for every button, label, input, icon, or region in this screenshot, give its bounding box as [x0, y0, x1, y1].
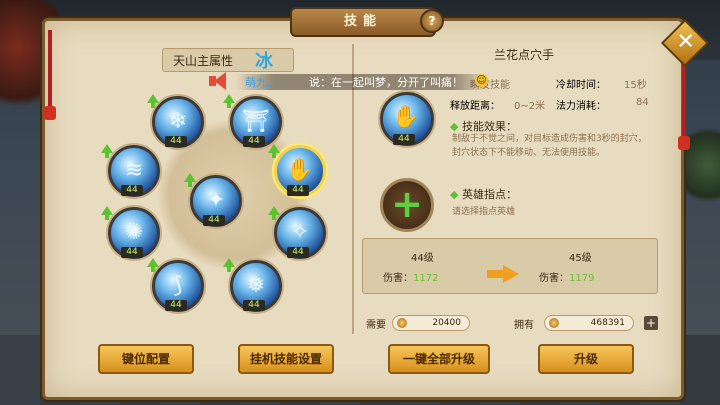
selected-skill-level: 44: [393, 134, 415, 145]
range-row: 释放距离： 0~2米: [450, 97, 545, 112]
upgrade-arrow-icon: [147, 94, 159, 108]
effect-description: 制敌于不觉之间，对目标造成伤害和3秒的封穴，封穴状态下不能移动、无法使用技能。: [452, 134, 647, 158]
upgrade-arrow-icon: [223, 258, 235, 272]
cost-need-label: 需要: [366, 320, 386, 331]
background-bush: [680, 120, 720, 210]
upgrade-arrow-icon: [223, 94, 235, 108]
main-attribute-label: 天山主属性: [173, 54, 234, 68]
skill-level-badge: 44: [203, 215, 225, 226]
plus-icon: +: [391, 182, 423, 226]
window-title: 技能: [290, 7, 436, 37]
upgrade-arrow-icon: [101, 144, 113, 158]
add-coin-button[interactable]: +: [644, 316, 658, 330]
chat-broadcast[interactable]: 萌九。 说：在一起叫梦，分开了叫痛！ ☺: [205, 70, 490, 92]
skill-level-badge: 44: [243, 300, 265, 311]
current-damage: 伤害：1172: [383, 273, 439, 284]
next-damage: 伤害：1179: [539, 273, 595, 284]
main-attribute-box: 天山主属性 冰: [162, 48, 294, 72]
cooldown-value-row: 15秒: [624, 76, 647, 91]
right-tassel-ornament: [678, 60, 690, 150]
cost-need-field: 20400: [392, 315, 470, 331]
chat-sender-name[interactable]: 萌九。: [245, 74, 278, 90]
upgrade-arrow-icon: [268, 144, 280, 158]
cooldown-label: 冷却时间：: [556, 80, 606, 91]
help-button[interactable]: ?: [420, 9, 444, 33]
mana-row: 法力消耗：: [556, 97, 606, 112]
upgrade-arrow-icon: [268, 206, 280, 220]
skill-level-badge: 44: [287, 185, 309, 196]
next-level: 45级: [569, 253, 592, 264]
smile-emoji-icon: ☺: [475, 74, 488, 87]
upgrade-arrow-icon: [184, 173, 196, 187]
chat-message: 说：在一起叫梦，分开了叫痛！: [309, 76, 463, 89]
coin-icon: [549, 318, 559, 328]
mana-value-row: 84: [636, 97, 649, 108]
hero-guide-slot[interactable]: +: [380, 178, 434, 232]
level-up-arrow-icon: [487, 265, 519, 283]
speaker-icon: [205, 70, 231, 92]
upgrade-arrow-icon: [101, 206, 113, 220]
hero-guide-title: ◆ 英雄指点：: [450, 188, 517, 201]
close-icon: ✕: [676, 29, 695, 55]
cooldown-value: 15秒: [624, 80, 647, 91]
cost-have-field: 468391: [544, 315, 634, 331]
skill-level-badge: 44: [165, 136, 187, 147]
mana-value: 84: [636, 97, 649, 108]
auto-skill-settings-button[interactable]: 挂机技能设置: [238, 344, 334, 374]
skill-level-badge: 44: [165, 300, 187, 311]
upgrade-button[interactable]: 升级: [538, 344, 634, 374]
cost-have-label: 拥有: [514, 320, 534, 331]
current-level: 44级: [411, 253, 434, 264]
hero-guide-hint: 请选择指点英雄: [452, 207, 516, 217]
selected-skill-name: 兰花点穴手: [493, 48, 554, 62]
upgrade-arrow-icon: [147, 258, 159, 272]
cooldown-row: 冷却时间：: [556, 76, 606, 91]
skill-level-badge: 44: [121, 185, 143, 196]
left-tassel-ornament: [44, 30, 56, 120]
skill-level-badge: 44: [287, 247, 309, 258]
range-value: 0~2米: [514, 101, 546, 112]
mana-label: 法力消耗：: [556, 101, 606, 112]
upgrade-all-button[interactable]: 一键全部升级: [388, 344, 490, 374]
skill-level-badge: 44: [121, 247, 143, 258]
coin-icon: [397, 318, 407, 328]
keybind-config-button[interactable]: 键位配置: [98, 344, 194, 374]
upgrade-preview: 44级 45级 伤害：1172 伤害：1179: [362, 238, 658, 294]
skill-level-badge: 44: [243, 136, 265, 147]
range-label: 释放距离：: [450, 101, 500, 112]
